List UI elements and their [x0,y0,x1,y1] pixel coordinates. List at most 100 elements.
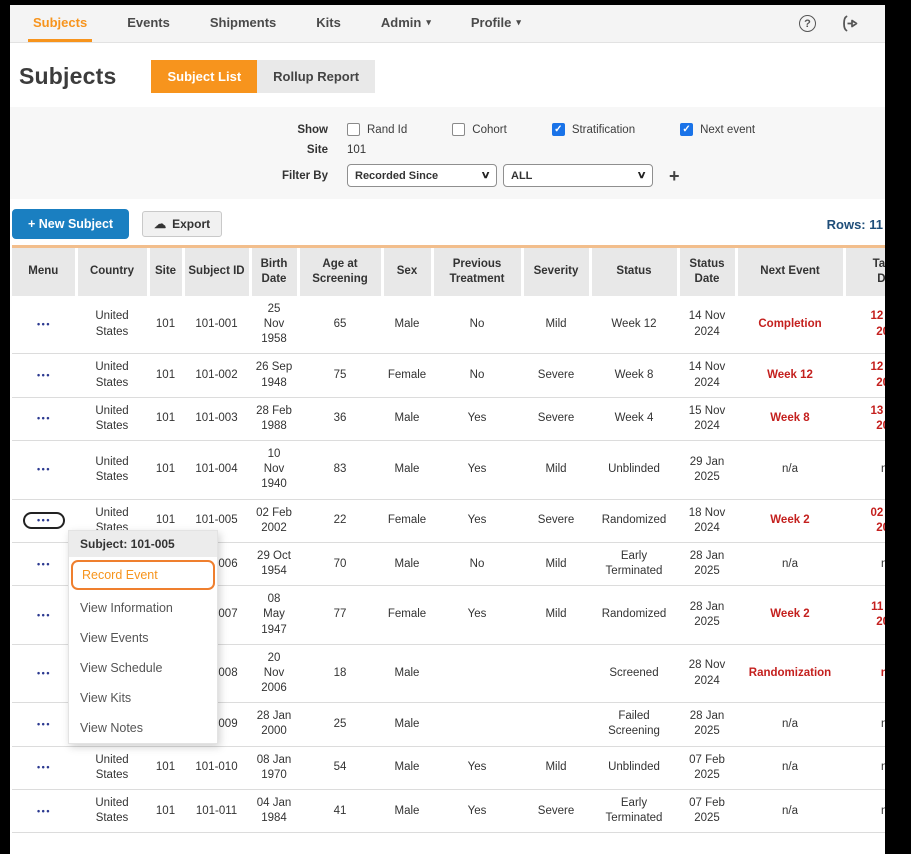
nav-item-profile[interactable]: Profile ▾ [466,5,526,42]
cell-severity: Severe [522,397,590,440]
cell-next-event: Week 2 [736,499,844,542]
row-menu-button[interactable]: ••• [23,759,65,776]
new-subject-button[interactable]: + New Subject [12,209,129,239]
nav-item-events[interactable]: Events [122,5,175,42]
cell-sex: Male [382,703,432,746]
cell-target-date: 12 Dec 2024 [844,354,885,397]
cell-sex: Male [382,790,432,833]
cell-severity: Mild [522,296,590,354]
table-header-row: MenuCountrySiteSubject IDBirth DateAge a… [12,247,885,296]
checkbox-icon: ✓ [680,123,693,136]
show-label: Show [10,124,328,136]
context-menu-item-view-kits[interactable]: View Kits [69,683,217,713]
cell-status: Unblinded [590,746,678,789]
cell-status: Week 4 [590,397,678,440]
nav-item-label: Profile [471,15,511,30]
context-menu-item-view-events[interactable]: View Events [69,623,217,653]
cell-age: 41 [298,790,382,833]
cell-menu: ••• [12,703,76,746]
context-menu-item-view-schedule[interactable]: View Schedule [69,653,217,683]
row-menu-button[interactable]: ••• [23,665,65,682]
nav-item-kits[interactable]: Kits [311,5,346,42]
chevron-down-icon: ∨ [636,170,646,181]
cell-status: Screened [590,644,678,703]
cell-country: United States [76,790,148,833]
export-button[interactable]: ☁ Export [142,211,222,237]
cell-menu: ••• [12,542,76,585]
cell-next-event: Completion [736,296,844,354]
show-option-stratification[interactable]: ✓ Stratification [552,123,635,136]
add-filter-button[interactable]: + [669,167,680,185]
table-row: ••• United States 101 101-002 26 Sep 194… [12,354,885,397]
cell-target-date: 12 Dec 2024 [844,296,885,354]
cell-subject-id: 101-002 [183,354,250,397]
cell-sex: Male [382,397,432,440]
row-menu-button[interactable]: ••• [23,716,65,733]
row-menu-button[interactable]: ••• [23,410,65,427]
cell-severity: Severe [522,499,590,542]
nav-item-shipments[interactable]: Shipments [205,5,281,42]
cell-sex: Male [382,746,432,789]
cell-subject-id: 101-003 [183,397,250,440]
show-option-cohort[interactable]: ✓ Cohort [452,123,507,136]
cell-status-date: 18 Nov 2024 [678,499,736,542]
cell-status: Unblinded [590,441,678,500]
column-header: Sex [382,247,432,296]
chevron-down-icon: ▾ [426,17,431,28]
cell-status: Failed Screening [590,703,678,746]
row-menu-button[interactable]: ••• [23,556,65,573]
cell-site: 101 [148,441,183,500]
checkbox-label: Stratification [572,124,635,136]
column-header: Country [76,247,148,296]
cell-sex: Male [382,644,432,703]
row-menu-button[interactable]: ••• [23,367,65,384]
row-menu-button[interactable]: ••• [23,607,65,624]
cell-status: Week 8 [590,354,678,397]
tab-rollup-report[interactable]: Rollup Report [257,60,375,93]
cell-menu: ••• [12,296,76,354]
cell-birth-date: 20 Nov 2006 [250,644,298,703]
row-menu-button[interactable]: ••• [23,461,65,478]
row-menu-button[interactable]: ••• [23,316,65,333]
cell-next-event: n/a [736,790,844,833]
cell-site: 101 [148,296,183,354]
column-header: Menu [12,247,76,296]
show-option-next-event[interactable]: ✓ Next event [680,123,755,136]
cell-next-event: Week 8 [736,397,844,440]
cell-previous-treatment: Yes [432,499,522,542]
cell-menu: ••• [12,586,76,645]
filter-type-select[interactable]: Recorded Since ∨ [347,164,497,187]
context-menu-item-view-notes[interactable]: View Notes [69,713,217,743]
filter-value-select[interactable]: ALL ∨ [503,164,653,187]
cell-age: 75 [298,354,382,397]
checkbox-label: Cohort [472,124,507,136]
context-menu-item-view-information[interactable]: View Information [69,593,217,623]
cell-status-date: 28 Nov 2024 [678,644,736,703]
help-icon[interactable]: ? [799,15,816,32]
row-menu-button[interactable]: ••• [23,803,65,820]
show-option-rand-id[interactable]: ✓ Rand Id [347,123,407,136]
cell-menu: ••• [12,746,76,789]
cell-previous-treatment: Yes [432,397,522,440]
nav-item-admin[interactable]: Admin ▾ [376,5,436,42]
nav-item-subjects[interactable]: Subjects [28,5,92,42]
logout-icon[interactable] [840,15,859,32]
cell-severity [522,703,590,746]
cell-next-event: n/a [736,703,844,746]
cell-birth-date: 28 Jan 2000 [250,703,298,746]
column-header: Site [148,247,183,296]
cell-target-date: 11 Feb 2025 [844,586,885,645]
cell-status-date: 14 Nov 2024 [678,354,736,397]
cell-menu: ••• [12,441,76,500]
cell-severity: Severe [522,790,590,833]
tab-subject-list[interactable]: Subject List [151,60,257,93]
cell-previous-treatment: No [432,296,522,354]
cell-birth-date: 08 May 1947 [250,586,298,645]
checkbox-icon: ✓ [552,123,565,136]
row-menu-button[interactable]: ••• [23,512,65,529]
context-menu-item-record-event[interactable]: Record Event [71,560,215,590]
filter-by-label: Filter By [10,170,328,182]
cell-previous-treatment [432,703,522,746]
cell-subject-id: 101-010 [183,746,250,789]
cell-target-date: n/a [844,790,885,833]
